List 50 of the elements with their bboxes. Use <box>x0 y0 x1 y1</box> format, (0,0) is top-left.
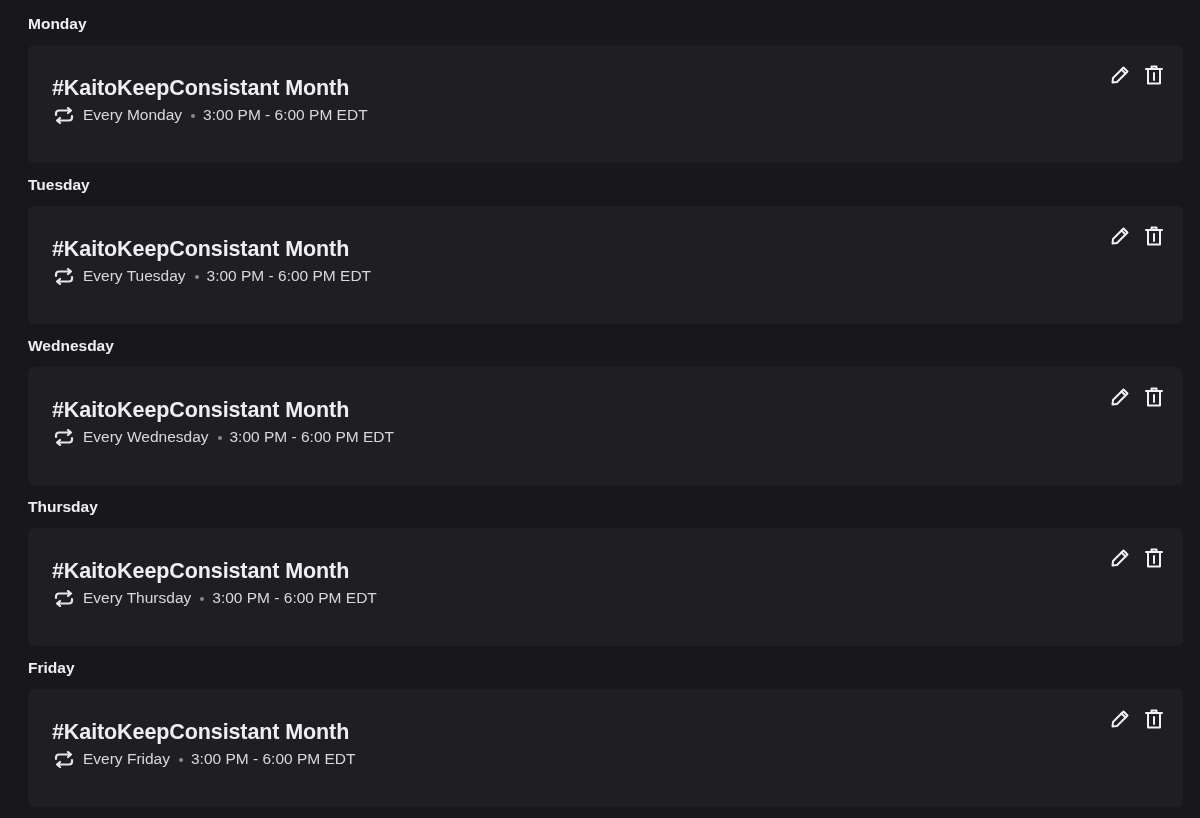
event-time: 3:00 PM - 6:00 PM EDT <box>212 588 377 608</box>
pencil-icon <box>1110 65 1130 85</box>
event-title: #KaitoKeepConsistant Month <box>52 75 350 101</box>
edit-button[interactable] <box>1110 226 1130 246</box>
separator-dot-icon <box>179 758 183 762</box>
recurrence-text: Every Wednesday <box>83 427 209 447</box>
recurrence-text: Every Thursday <box>83 588 192 608</box>
separator-dot-icon <box>194 275 199 279</box>
repeat-icon <box>54 106 74 124</box>
event-title: #KaitoKeepConsistant Month <box>52 558 350 584</box>
day-heading: Tuesday <box>28 175 90 195</box>
recurrence-text: Every Monday <box>83 105 183 125</box>
repeat-icon <box>54 267 74 285</box>
event-title: #KaitoKeepConsistant Month <box>52 397 350 423</box>
event-title: #KaitoKeepConsistant Month <box>52 719 350 745</box>
edit-button[interactable] <box>1110 387 1130 407</box>
separator-dot-icon <box>200 597 205 601</box>
event-time: 3:00 PM - 6:00 PM EDT <box>191 749 356 769</box>
repeat-icon <box>54 428 74 446</box>
trash-icon <box>1145 709 1163 729</box>
trash-icon <box>1145 65 1163 85</box>
event-time: 3:00 PM - 6:00 PM EDT <box>206 266 372 286</box>
pencil-icon <box>1110 548 1130 568</box>
recurrence-text: Every Friday <box>83 749 170 769</box>
separator-dot-icon <box>191 114 196 118</box>
day-heading: Friday <box>28 658 75 678</box>
edit-button[interactable] <box>1110 709 1130 729</box>
pencil-icon <box>1110 709 1130 729</box>
recurrence-text: Every Tuesday <box>83 266 186 286</box>
event-time: 3:00 PM - 6:00 PM EDT <box>203 105 368 125</box>
delete-button[interactable] <box>1145 548 1163 568</box>
pencil-icon <box>1110 387 1130 407</box>
delete-button[interactable] <box>1145 709 1163 729</box>
repeat-icon <box>54 589 74 607</box>
edit-button[interactable] <box>1110 548 1130 568</box>
separator-dot-icon <box>217 436 222 440</box>
day-heading: Monday <box>28 14 87 34</box>
delete-button[interactable] <box>1145 65 1163 85</box>
repeat-icon <box>54 750 74 768</box>
trash-icon <box>1145 387 1163 407</box>
delete-button[interactable] <box>1145 387 1163 407</box>
event-title: #KaitoKeepConsistant Month <box>52 236 350 262</box>
edit-button[interactable] <box>1110 65 1130 85</box>
trash-icon <box>1145 548 1163 568</box>
event-time: 3:00 PM - 6:00 PM EDT <box>229 427 395 447</box>
trash-icon <box>1145 226 1163 246</box>
delete-button[interactable] <box>1145 226 1163 246</box>
day-heading: Wednesday <box>28 336 114 356</box>
day-heading: Thursday <box>28 497 98 517</box>
pencil-icon <box>1110 226 1130 246</box>
